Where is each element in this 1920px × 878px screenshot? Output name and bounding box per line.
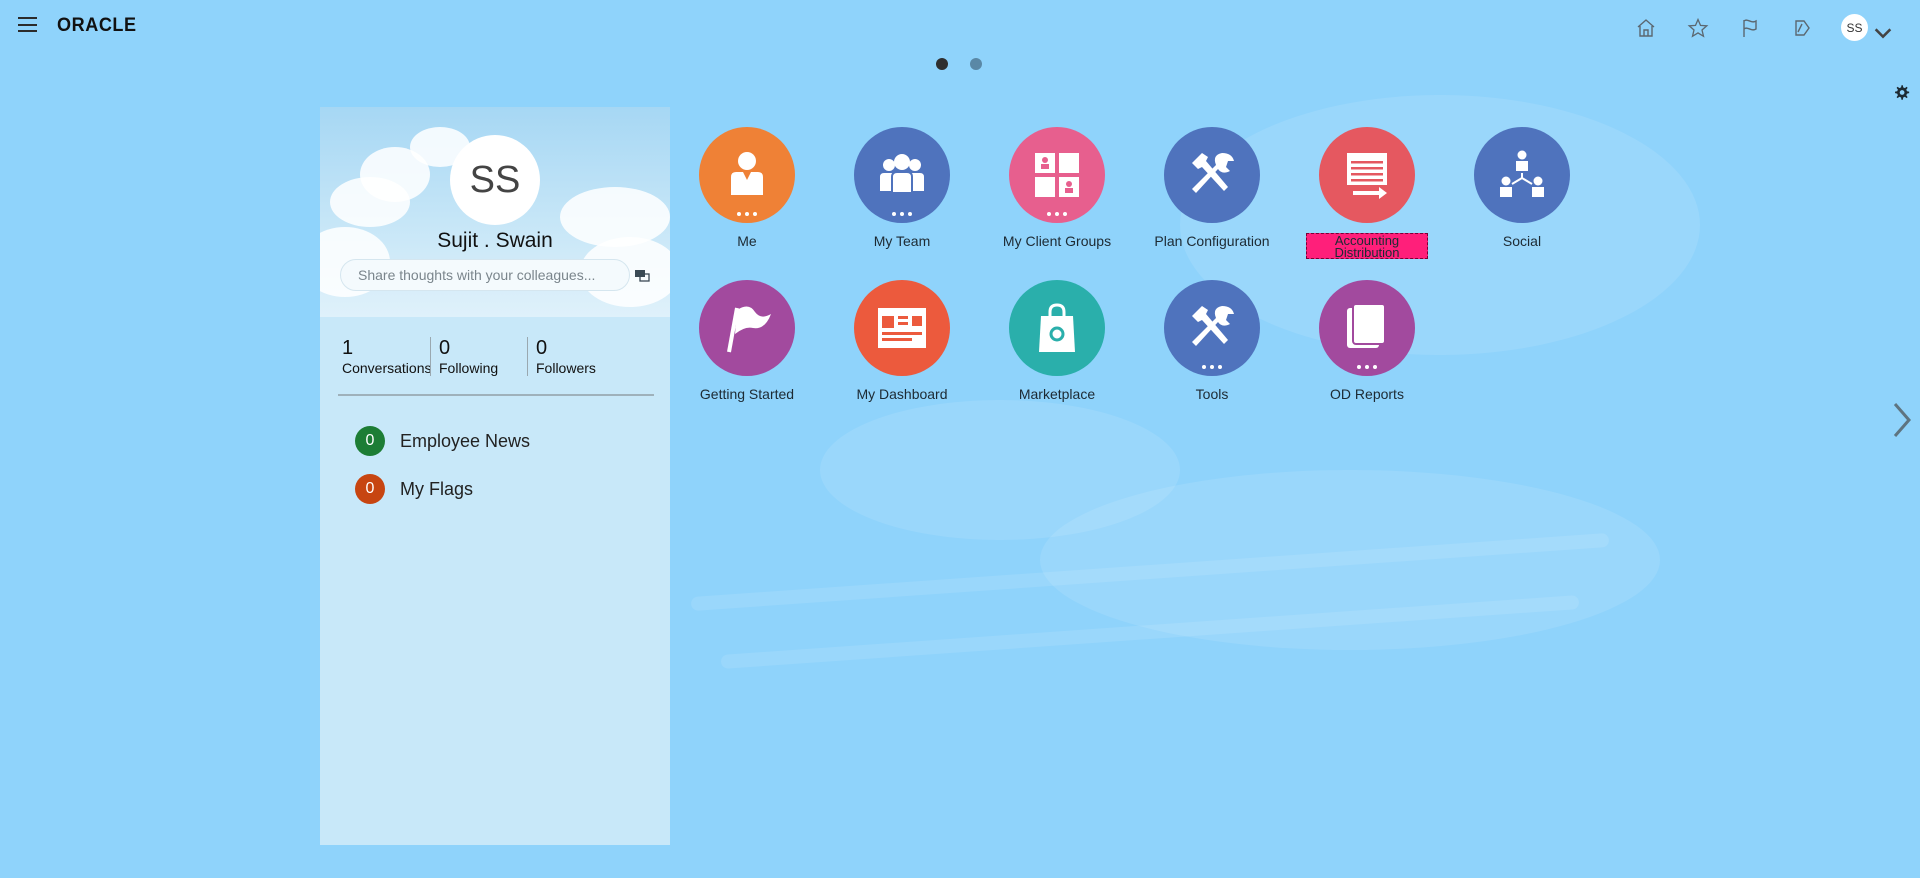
- tile-label: My Client Groups: [1002, 233, 1112, 249]
- reports-icon: [1347, 303, 1386, 348]
- stat-conversations[interactable]: 1 Conversations: [320, 337, 432, 376]
- tile-label: My Team: [873, 233, 931, 249]
- tile-label: Me: [737, 233, 757, 249]
- more-dots-icon: [1009, 212, 1105, 216]
- background-cloud: [820, 400, 1180, 540]
- flag-icon: [727, 306, 771, 353]
- global-toolbar: SS: [1605, 14, 1892, 41]
- notification-icon[interactable]: [1791, 17, 1813, 39]
- tile-me[interactable]: Me: [677, 127, 817, 249]
- page-dot-1[interactable]: [936, 58, 948, 70]
- tile-circle: [699, 280, 795, 376]
- share-thoughts-input[interactable]: Share thoughts with your colleagues...: [340, 259, 630, 291]
- tile-label: Tools: [1195, 386, 1229, 402]
- tile-circle: [854, 280, 950, 376]
- tile-label: Social: [1502, 233, 1542, 249]
- profile-panel: SS Sujit . Swain Share thoughts with you…: [320, 107, 670, 845]
- more-dots-icon: [854, 212, 950, 216]
- flag-icon[interactable]: [1739, 17, 1761, 39]
- bag-icon: [1039, 303, 1075, 352]
- share-icon[interactable]: [634, 269, 650, 283]
- stat-count: 0: [439, 337, 451, 359]
- client-groups-icon: [1035, 153, 1079, 197]
- stat-count: 0: [536, 337, 548, 359]
- tile-my-client-groups[interactable]: My Client Groups: [987, 127, 1127, 249]
- more-dots-icon: [1319, 365, 1415, 369]
- list-item-employee-news[interactable]: 0 Employee News: [355, 426, 530, 456]
- count-badge: 0: [355, 474, 385, 504]
- tools-icon: [1192, 306, 1234, 346]
- stat-label: Following: [439, 360, 499, 376]
- tile-getting-started[interactable]: Getting Started: [677, 280, 817, 402]
- profile-header: SS Sujit . Swain Share thoughts with you…: [320, 107, 670, 317]
- tile-label: My Dashboard: [856, 386, 948, 402]
- social-icon: [1500, 150, 1544, 197]
- tile-social[interactable]: Social: [1452, 127, 1592, 249]
- tools-icon: [1192, 153, 1234, 193]
- profile-name[interactable]: Sujit . Swain: [320, 229, 670, 253]
- accounting-icon: [1347, 153, 1387, 199]
- star-icon[interactable]: [1687, 17, 1709, 39]
- person-icon: [731, 152, 763, 195]
- tile-circle: [1009, 127, 1105, 223]
- user-avatar[interactable]: SS: [1841, 14, 1868, 41]
- stat-label: Followers: [536, 360, 596, 376]
- tile-circle: [699, 127, 795, 223]
- profile-avatar[interactable]: SS: [450, 135, 540, 225]
- list-item-label: My Flags: [400, 478, 474, 499]
- page-dot-2[interactable]: [970, 58, 982, 70]
- tile-my-dashboard[interactable]: My Dashboard: [832, 280, 972, 402]
- tile-od-reports[interactable]: OD Reports: [1297, 280, 1437, 402]
- chevron-down-icon[interactable]: [1872, 22, 1892, 38]
- tile-my-team[interactable]: My Team: [832, 127, 972, 249]
- tile-circle: [1319, 127, 1415, 223]
- tile-circle: [1474, 127, 1570, 223]
- more-dots-icon: [699, 212, 795, 216]
- list-item-my-flags[interactable]: 0 My Flags: [355, 474, 473, 504]
- list-item-label: Employee News: [400, 430, 531, 451]
- tile-plan-configuration[interactable]: Plan Configuration: [1142, 127, 1282, 249]
- count-badge: 0: [355, 426, 385, 456]
- tile-label: OD Reports: [1330, 386, 1404, 402]
- tile-circle: [1164, 127, 1260, 223]
- stat-followers[interactable]: 0 Followers: [527, 337, 624, 376]
- stat-count: 1: [342, 337, 354, 359]
- tile-label: Marketplace: [1018, 386, 1096, 402]
- tile-label: Getting Started: [699, 386, 795, 402]
- dashboard-icon: [878, 308, 926, 348]
- gear-icon[interactable]: [1893, 84, 1910, 101]
- oracle-logo: ORACLE: [57, 15, 137, 36]
- next-page-arrow-icon[interactable]: [1890, 400, 1914, 440]
- stat-label: Conversations: [342, 360, 432, 376]
- tile-circle: [1009, 280, 1105, 376]
- tile-circle: [854, 127, 950, 223]
- top-bar: ORACLE SS: [0, 0, 1920, 52]
- tile-accounting-distribution[interactable]: Accounting Distribution: [1297, 127, 1437, 259]
- tile-label: Accounting Distribution: [1306, 233, 1428, 259]
- tile-circle: [1319, 280, 1415, 376]
- divider: [338, 394, 654, 396]
- stats-row: 1 Conversations 0 Following 0 Followers: [320, 337, 670, 376]
- home-icon[interactable]: [1635, 17, 1657, 39]
- more-dots-icon: [1164, 365, 1260, 369]
- tile-circle: [1164, 280, 1260, 376]
- stat-following[interactable]: 0 Following: [430, 337, 527, 376]
- tile-tools[interactable]: Tools: [1142, 280, 1282, 402]
- team-icon: [880, 154, 924, 194]
- tile-marketplace[interactable]: Marketplace: [987, 280, 1127, 402]
- menu-icon[interactable]: [18, 17, 37, 32]
- page-indicator: [936, 58, 1004, 70]
- tile-label: Plan Configuration: [1154, 233, 1270, 249]
